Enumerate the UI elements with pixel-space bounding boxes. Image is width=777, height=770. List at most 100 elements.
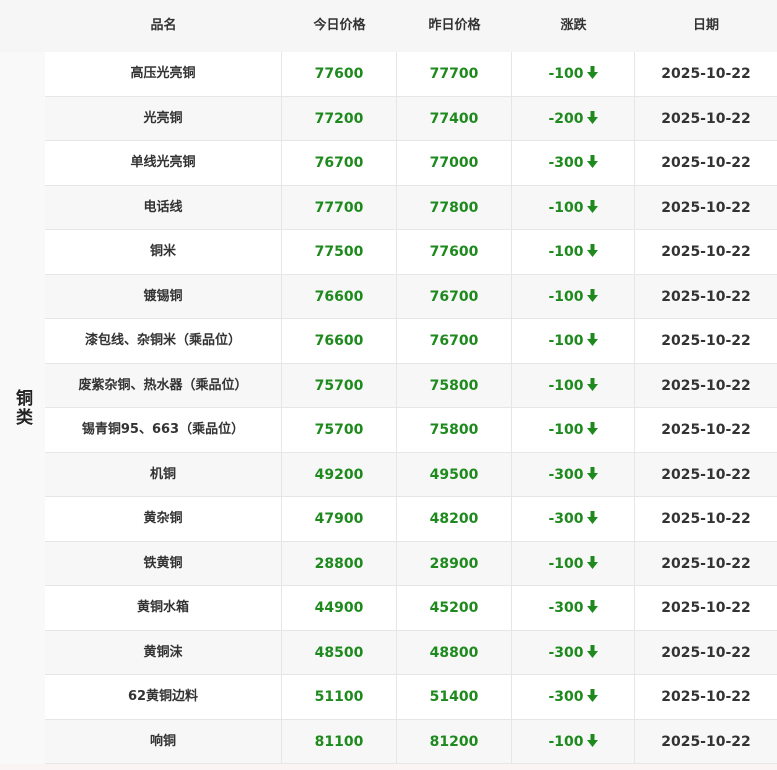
price-date: 2025-10-22 bbox=[661, 288, 751, 305]
table-row: 废紫杂铜、热水器（乘品位） 75700 75800 -100 2025-10-22 bbox=[45, 363, 777, 408]
price-change-value: -100 bbox=[548, 733, 584, 750]
price-change-value: -200 bbox=[548, 110, 584, 127]
header-yesterday-price: 昨日价格 bbox=[428, 18, 481, 33]
arrow-down-icon bbox=[586, 733, 598, 747]
price-change: -100 bbox=[512, 52, 635, 96]
yesterday-price: 81200 bbox=[397, 719, 512, 764]
category-label: 铜类 bbox=[12, 389, 32, 427]
product-name: 电话线 bbox=[45, 185, 282, 230]
today-price: 76600 bbox=[282, 319, 397, 363]
price-date: 2025-10-22 bbox=[661, 155, 751, 171]
price-date: 2025-10-22 bbox=[661, 733, 751, 750]
arrow-down-icon bbox=[586, 555, 598, 569]
yesterday-price: 76700 bbox=[397, 274, 512, 319]
product-name: 光亮铜 bbox=[45, 96, 282, 141]
arrow-down-icon bbox=[586, 66, 598, 79]
yesterday-price: 77600 bbox=[397, 230, 512, 274]
price-date: 2025-10-22 bbox=[661, 422, 751, 438]
price-change-value: -100 bbox=[548, 199, 584, 216]
price-date: 2025-10-22 bbox=[661, 600, 751, 616]
price-change-value: -100 bbox=[548, 333, 584, 349]
arrow-down-icon bbox=[586, 644, 598, 658]
price-change: -100 bbox=[512, 719, 635, 764]
yesterday-price: 75800 bbox=[397, 363, 512, 408]
arrow-down-icon bbox=[586, 511, 598, 524]
today-price: 75700 bbox=[282, 408, 397, 452]
arrow-down-icon bbox=[586, 377, 598, 391]
price-change: -100 bbox=[512, 408, 635, 452]
header-name: 品名 bbox=[150, 18, 177, 33]
price-change: -100 bbox=[512, 541, 635, 586]
product-name: 铁黄铜 bbox=[45, 541, 282, 586]
price-change: -200 bbox=[512, 96, 635, 141]
header-today-price: 今日价格 bbox=[313, 18, 366, 33]
yesterday-price: 76700 bbox=[397, 319, 512, 363]
product-name: 响铜 bbox=[45, 719, 282, 764]
product-name: 废紫杂铜、热水器（乘品位） bbox=[45, 363, 282, 408]
table-row: 黄铜沫 48500 48800 -300 2025-10-22 bbox=[45, 630, 777, 675]
price-change-value: -100 bbox=[548, 377, 584, 394]
today-price: 49200 bbox=[282, 452, 397, 497]
product-name: 黄杂铜 bbox=[45, 497, 282, 541]
price-change: -300 bbox=[512, 586, 635, 630]
today-price: 76700 bbox=[282, 141, 397, 185]
today-price: 47900 bbox=[282, 497, 397, 541]
today-price: 48500 bbox=[282, 630, 397, 675]
product-name: 机铜 bbox=[45, 452, 282, 497]
price-change-value: -100 bbox=[548, 66, 584, 82]
today-price: 51100 bbox=[282, 675, 397, 719]
today-price: 75700 bbox=[282, 363, 397, 408]
today-price: 77200 bbox=[282, 96, 397, 141]
product-name: 镀锡铜 bbox=[45, 274, 282, 319]
table-body: 高压光亮铜 77600 77700 -100 2025-10-22 光亮铜 77200 774… bbox=[45, 52, 777, 764]
price-change-value: -300 bbox=[548, 466, 584, 483]
product-name: 高压光亮铜 bbox=[45, 52, 282, 96]
price-change: -100 bbox=[512, 319, 635, 363]
today-price: 81100 bbox=[282, 719, 397, 764]
today-price: 28800 bbox=[282, 541, 397, 586]
table-row: 响铜 81100 81200 -100 2025-10-22 bbox=[45, 719, 777, 764]
arrow-down-icon bbox=[586, 155, 598, 168]
arrow-down-icon bbox=[586, 466, 598, 480]
arrow-down-icon bbox=[586, 600, 598, 613]
price-change: -300 bbox=[512, 141, 635, 185]
price-change: -100 bbox=[512, 274, 635, 319]
table-header: 品名 今日价格 昨日价格 涨跌 日期 bbox=[0, 0, 777, 53]
price-date: 2025-10-22 bbox=[661, 377, 751, 394]
header-change: 涨跌 bbox=[560, 18, 587, 33]
today-price: 77700 bbox=[282, 185, 397, 230]
product-name: 黄铜水箱 bbox=[45, 586, 282, 630]
table-row: 光亮铜 77200 77400 -200 2025-10-22 bbox=[45, 96, 777, 141]
product-name: 单线光亮铜 bbox=[45, 141, 282, 185]
price-date: 2025-10-22 bbox=[661, 66, 751, 82]
table-row: 单线光亮铜 76700 77000 -300 2025-10-22 bbox=[45, 141, 777, 186]
arrow-down-icon bbox=[586, 244, 598, 257]
price-change-value: -100 bbox=[548, 422, 584, 438]
price-table: 品名 今日价格 昨日价格 涨跌 日期 铜类 高压光亮铜 77600 77700 -10… bbox=[0, 0, 777, 770]
product-name: 铜米 bbox=[45, 230, 282, 274]
price-date: 2025-10-22 bbox=[661, 199, 751, 216]
price-change: -100 bbox=[512, 363, 635, 408]
table-row: 铁黄铜 28800 28900 -100 2025-10-22 bbox=[45, 541, 777, 586]
price-date: 2025-10-22 bbox=[661, 511, 751, 527]
header-date: 日期 bbox=[692, 18, 719, 33]
yesterday-price: 48800 bbox=[397, 630, 512, 675]
category-cell: 铜类 bbox=[0, 52, 46, 764]
table-row: 电话线 77700 77800 -100 2025-10-22 bbox=[45, 185, 777, 230]
yesterday-price: 77400 bbox=[397, 96, 512, 141]
table-row: 漆包线、杂铜米（乘品位） 76600 76700 -100 2025-10-22 bbox=[45, 319, 777, 364]
arrow-down-icon bbox=[586, 689, 598, 702]
arrow-down-icon bbox=[586, 333, 598, 346]
arrow-down-icon bbox=[586, 288, 598, 302]
yesterday-price: 77700 bbox=[397, 52, 512, 96]
yesterday-price: 51400 bbox=[397, 675, 512, 719]
price-change: -100 bbox=[512, 230, 635, 274]
today-price: 77600 bbox=[282, 52, 397, 96]
price-date: 2025-10-22 bbox=[661, 466, 751, 483]
yesterday-price: 77000 bbox=[397, 141, 512, 185]
price-change-value: -100 bbox=[548, 244, 584, 260]
price-change-value: -300 bbox=[548, 155, 584, 171]
price-change: -300 bbox=[512, 497, 635, 541]
price-change-value: -300 bbox=[548, 689, 584, 705]
price-change: -100 bbox=[512, 185, 635, 230]
